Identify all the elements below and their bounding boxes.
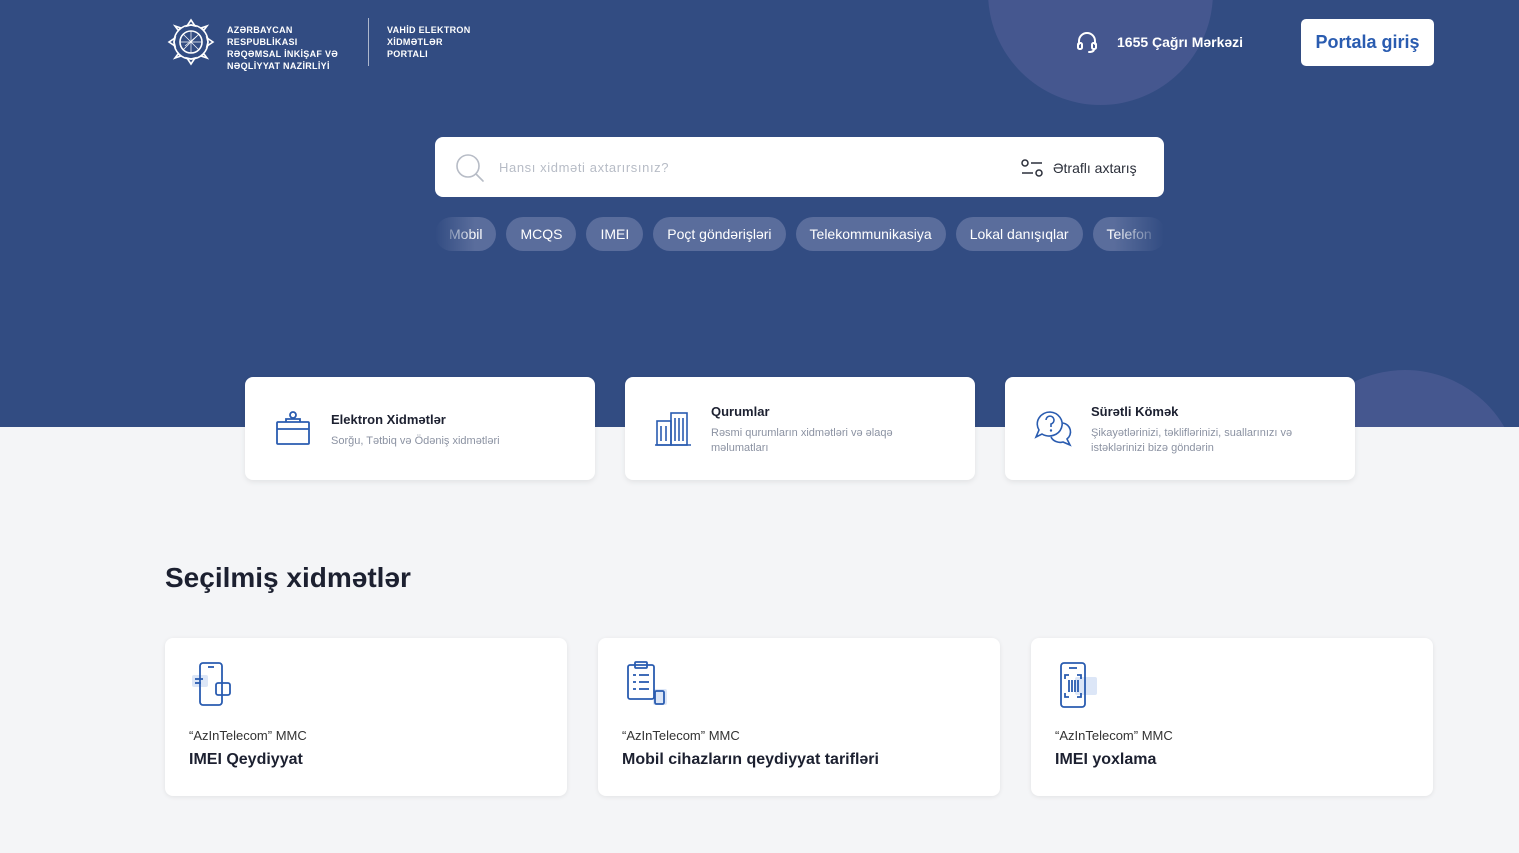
service-card-imei-check[interactable]: “AzInTelecom” MMC IMEI yoxlama xyxy=(1031,638,1433,796)
question-chat-icon xyxy=(1034,411,1072,447)
quick-card-e-services[interactable]: Elektron Xidmətlər Sorğu, Tətbiq və Ödən… xyxy=(245,377,595,480)
quick-card-institutions[interactable]: Qurumlar Rəsmi qurumların xidmətləri və … xyxy=(625,377,975,480)
search-chips: Mobil MCQS IMEI Poçt göndərişləri Teleko… xyxy=(435,217,1164,252)
chip-imei[interactable]: IMEI xyxy=(586,217,644,251)
service-card-name: IMEI yoxlama xyxy=(1055,751,1157,768)
chip-post[interactable]: Poçt göndərişləri xyxy=(653,217,786,251)
service-desk-icon xyxy=(276,411,310,445)
chip-phone[interactable]: Telefon xyxy=(1092,217,1164,251)
service-card-org: “AzInTelecom” MMC xyxy=(189,728,307,743)
call-center-label: 1655 Çağrı Mərkəzi xyxy=(1117,34,1244,50)
chip-telecom[interactable]: Telekommunikasiya xyxy=(795,217,946,251)
search-input[interactable] xyxy=(499,155,999,179)
header-divider xyxy=(368,18,369,66)
service-card-imei-registration[interactable]: “AzInTelecom” MMC IMEI Qeydiyyat xyxy=(165,638,567,796)
headset-icon xyxy=(1077,32,1097,53)
chip-mobil[interactable]: Mobil xyxy=(435,217,497,251)
quick-card-title: Elektron Xidmətlər xyxy=(331,412,446,427)
service-card-name: IMEI Qeydiyyat xyxy=(189,751,303,768)
quick-card-title: Sürətli Kömək xyxy=(1091,404,1179,419)
clipboard-phone-icon xyxy=(627,661,667,705)
quick-card-desc: Şikayətlərinizi, təkliflərinizi, suallar… xyxy=(1091,427,1293,454)
buildings-icon xyxy=(655,412,691,446)
hero-banner: AZƏRBAYCAN RESPUBLİKASI RƏQƏMSAL İNKİŞAF… xyxy=(0,0,1519,427)
portal-name: VAHİD ELEKTRON XİDMƏTLƏR PORTALI xyxy=(387,25,471,59)
ministry-name: AZƏRBAYCAN RESPUBLİKASI RƏQƏMSAL İNKİŞAF… xyxy=(227,25,339,71)
search-box: Ətraflı axtarış xyxy=(435,137,1164,197)
phone-register-icon xyxy=(192,662,231,706)
header: AZƏRBAYCAN RESPUBLİKASI RƏQƏMSAL İNKİŞAF… xyxy=(165,14,1435,71)
service-card-org: “AzInTelecom” MMC xyxy=(1055,728,1173,743)
section-title: Seçilmiş xidmətlər xyxy=(165,562,411,593)
advanced-search-button[interactable]: Ətraflı axtarış xyxy=(1021,156,1137,180)
advanced-search-label: Ətraflı axtarış xyxy=(1053,160,1137,176)
service-card-name: Mobil cihazların qeydiyyat tarifləri xyxy=(622,751,879,768)
quick-card-fast-help[interactable]: Sürətli Kömək Şikayətlərinizi, təkliflər… xyxy=(1005,377,1355,480)
portal-login-button[interactable]: Portala giriş xyxy=(1301,19,1434,66)
quick-card-desc: Sorğu, Tətbiq və Ödəniş xidmətləri xyxy=(331,435,500,447)
phone-barcode-icon xyxy=(1060,662,1097,708)
filter-sliders-icon xyxy=(1021,159,1043,177)
call-center-link[interactable]: 1655 Çağrı Mərkəzi xyxy=(1075,28,1243,56)
quick-card-title: Qurumlar xyxy=(711,404,770,419)
service-card-device-tariffs[interactable]: “AzInTelecom” MMC Mobil cihazların qeydi… xyxy=(598,638,1000,796)
chip-mcqs[interactable]: MCQS xyxy=(506,217,577,251)
quick-card-desc: Rəsmi qurumların xidmətləri və əlaqə məl… xyxy=(711,427,893,454)
service-card-org: “AzInTelecom” MMC xyxy=(622,728,740,743)
search-icon xyxy=(456,154,484,182)
chip-local-calls[interactable]: Lokal danışıqlar xyxy=(955,217,1083,251)
ministry-logo-icon[interactable] xyxy=(165,16,217,68)
